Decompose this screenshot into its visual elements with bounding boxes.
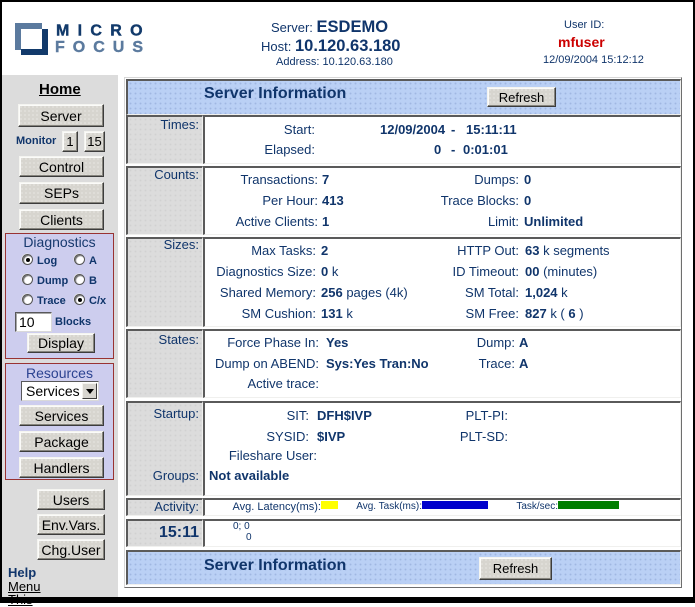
svg-text:MICRO: MICRO — [56, 23, 150, 40]
svg-text:FOCUS: FOCUS — [55, 39, 150, 56]
